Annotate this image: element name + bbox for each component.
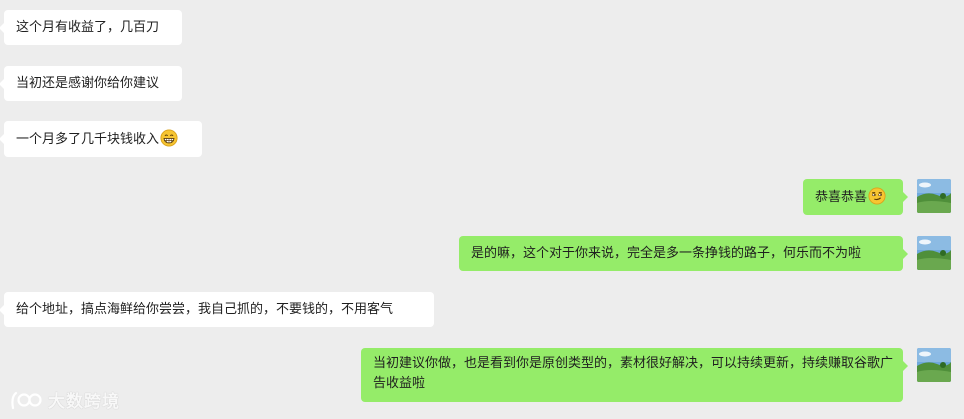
watermark: 大数跨境 <box>10 387 120 412</box>
message-text: 一个月多了几千块钱收入 <box>16 132 160 147</box>
incoming-message[interactable]: 当初还是感谢你给你建议 <box>0 66 182 101</box>
message-text: 是的嘛，这个对于你来说，完全是多一条挣钱的路子，何乐而不为啦 <box>471 246 862 261</box>
landscape-avatar-icon <box>917 179 951 213</box>
landscape-avatar-icon <box>917 348 951 382</box>
incoming-message[interactable]: 一个月多了几千块钱收入 <box>0 121 202 157</box>
message-text: 给个地址，搞点海鲜给你尝尝，我自己抓的，不要钱的，不用客气 <box>16 302 394 317</box>
grin-emoji-icon <box>160 129 178 147</box>
watermark-text: 大数跨境 <box>48 392 120 412</box>
user-avatar[interactable] <box>917 179 951 213</box>
smirk-emoji-icon <box>868 187 886 205</box>
message-text: 当初建议你做，也是看到你是原创类型的，素材很好解决，可以持续更新，持续赚取谷歌广… <box>373 356 894 391</box>
outgoing-message[interactable]: 当初建议你做，也是看到你是原创类型的，素材很好解决，可以持续更新，持续赚取谷歌广… <box>361 348 908 402</box>
user-avatar[interactable] <box>917 236 951 270</box>
incoming-message[interactable]: 这个月有收益了，几百刀 <box>0 10 182 45</box>
outgoing-message[interactable]: 是的嘛，这个对于你来说，完全是多一条挣钱的路子，何乐而不为啦 <box>459 236 908 271</box>
user-avatar[interactable] <box>917 348 951 382</box>
incoming-message[interactable]: 给个地址，搞点海鲜给你尝尝，我自己抓的，不要钱的，不用客气 <box>0 292 434 327</box>
message-text: 当初还是感谢你给你建议 <box>16 76 160 91</box>
watermark-logo-icon <box>11 391 42 409</box>
message-text: 恭喜恭喜 <box>815 190 868 205</box>
outgoing-message[interactable]: 恭喜恭喜 <box>803 179 908 215</box>
message-text: 这个月有收益了，几百刀 <box>16 20 160 35</box>
landscape-avatar-icon <box>917 236 951 270</box>
